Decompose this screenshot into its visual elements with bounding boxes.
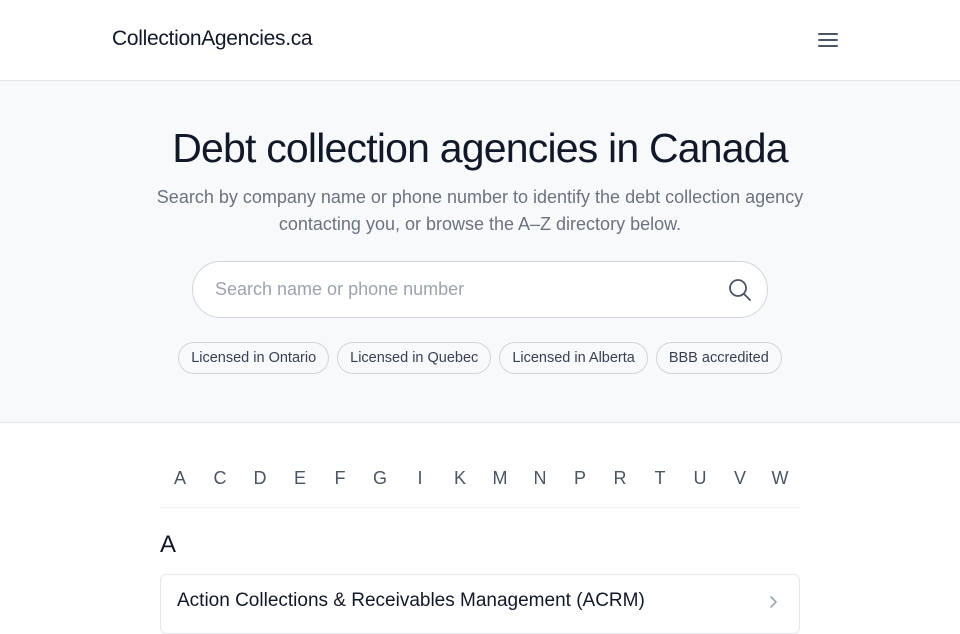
page-title: Debt collection agencies in Canada bbox=[172, 125, 788, 171]
search-button[interactable] bbox=[727, 277, 753, 303]
filter-chip-bbb[interactable]: BBB accredited bbox=[655, 342, 782, 374]
letter-link-m[interactable]: M bbox=[480, 462, 520, 494]
letter-link-i[interactable]: I bbox=[400, 462, 440, 494]
alphabet-nav: A C D E F G I K M N P R T U V W bbox=[160, 462, 800, 508]
letter-link-c[interactable]: C bbox=[200, 462, 240, 494]
brand-logo-link[interactable]: CollectionAgencies.ca bbox=[112, 27, 313, 51]
hero-section: Debt collection agencies in Canada Searc… bbox=[0, 81, 960, 423]
menu-button[interactable] bbox=[815, 27, 841, 53]
letter-link-w[interactable]: W bbox=[760, 462, 800, 494]
letter-link-r[interactable]: R bbox=[600, 462, 640, 494]
agency-list-item[interactable]: Action Collections & Receivables Managem… bbox=[160, 574, 800, 634]
filter-chips: Licensed in Ontario Licensed in Quebec L… bbox=[0, 342, 960, 374]
letter-link-d[interactable]: D bbox=[240, 462, 280, 494]
site-header: CollectionAgencies.ca bbox=[0, 0, 960, 81]
filter-chip-quebec[interactable]: Licensed in Quebec bbox=[337, 342, 492, 374]
letter-link-v[interactable]: V bbox=[720, 462, 760, 494]
letter-link-n[interactable]: N bbox=[520, 462, 560, 494]
agency-name: Action Collections & Receivables Managem… bbox=[177, 590, 645, 611]
letter-link-u[interactable]: U bbox=[680, 462, 720, 494]
hamburger-menu-icon bbox=[818, 33, 838, 47]
letter-link-f[interactable]: F bbox=[320, 462, 360, 494]
letter-link-g[interactable]: G bbox=[360, 462, 400, 494]
letter-link-k[interactable]: K bbox=[440, 462, 480, 494]
filter-chip-ontario[interactable]: Licensed in Ontario bbox=[178, 342, 330, 374]
chevron-right-icon bbox=[770, 596, 777, 608]
section-heading-a: A bbox=[160, 531, 177, 558]
letter-link-p[interactable]: P bbox=[560, 462, 600, 494]
search-box bbox=[192, 261, 768, 318]
search-input[interactable] bbox=[213, 262, 713, 317]
search-icon bbox=[729, 279, 751, 301]
filter-chip-alberta[interactable]: Licensed in Alberta bbox=[499, 342, 648, 374]
letter-link-t[interactable]: T bbox=[640, 462, 680, 494]
letter-link-a[interactable]: A bbox=[160, 462, 200, 494]
page-subtitle: Search by company name or phone number t… bbox=[156, 187, 804, 234]
letter-link-e[interactable]: E bbox=[280, 462, 320, 494]
